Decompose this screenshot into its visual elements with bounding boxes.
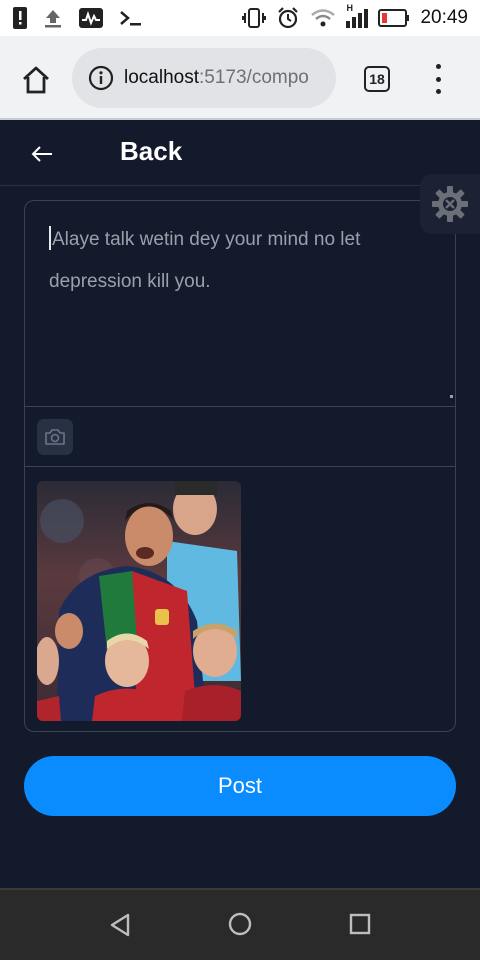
home-icon	[23, 66, 49, 94]
post-composer: Alaye talk wetin dey your mind no let de…	[24, 200, 456, 732]
upload-icon	[45, 10, 61, 28]
gear-icon	[432, 186, 468, 222]
tab-switcher-button[interactable]: 18	[364, 66, 390, 92]
post-text-value: Alaye talk wetin dey your mind no let de…	[49, 229, 361, 292]
address-bar[interactable]: localhost:5173/compo	[72, 48, 336, 108]
vibrate-icon	[242, 8, 267, 28]
attached-photo[interactable]	[37, 481, 241, 721]
status-bar: H 20:49	[0, 0, 480, 36]
page-header: Back	[0, 122, 480, 186]
info-icon[interactable]	[88, 65, 114, 91]
status-time: 20:49	[420, 7, 468, 28]
post-text-input[interactable]: Alaye talk wetin dey your mind no let de…	[25, 201, 455, 407]
url-text: localhost:5173/compo	[124, 67, 309, 89]
settings-button[interactable]	[420, 174, 480, 234]
browser-toolbar: localhost:5173/compo 18	[0, 36, 480, 120]
battery-icon	[378, 9, 410, 27]
alert-icon	[13, 7, 27, 29]
dot	[435, 76, 441, 82]
nav-back-icon[interactable]	[108, 912, 132, 938]
signal-icon: H	[346, 3, 369, 28]
add-photo-button[interactable]	[37, 419, 73, 455]
home-button[interactable]	[20, 64, 52, 96]
activity-icon	[79, 8, 103, 28]
camera-icon	[45, 429, 65, 445]
post-button[interactable]: Post	[24, 756, 456, 816]
alarm-icon	[278, 7, 299, 29]
compose-page: Back Alaye talk wetin dey your mind no l…	[0, 122, 480, 888]
nav-recents-icon[interactable]	[349, 913, 371, 935]
nav-home-icon[interactable]	[228, 912, 252, 936]
back-button[interactable]: Back	[120, 136, 182, 167]
browser-menu-button[interactable]	[428, 64, 448, 94]
dot	[435, 64, 441, 69]
dot	[435, 89, 441, 94]
composer-toolbar	[25, 407, 455, 467]
back-arrow-icon[interactable]	[28, 140, 56, 168]
url-host: localhost	[124, 67, 199, 88]
signal-type-label: H	[346, 2, 353, 13]
text-caret	[49, 226, 51, 250]
wifi-icon	[311, 9, 336, 27]
terminal-icon	[120, 11, 141, 26]
url-path: :5173/compo	[199, 67, 309, 88]
photo-image	[37, 481, 241, 721]
system-navigation-bar	[0, 888, 480, 960]
resize-handle[interactable]	[450, 395, 453, 398]
